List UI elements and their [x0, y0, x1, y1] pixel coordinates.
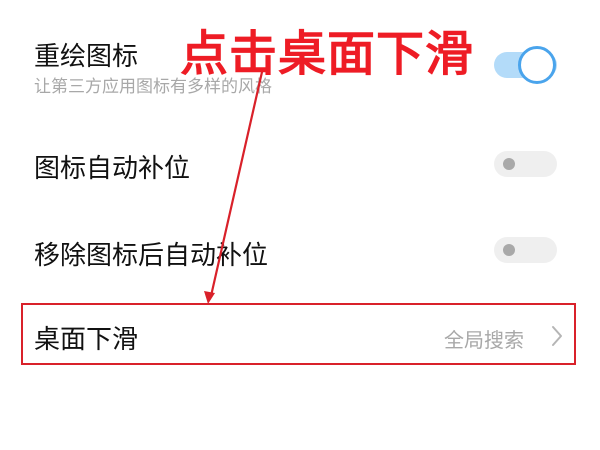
highlight-box: [21, 303, 576, 365]
toggle-knob: [503, 158, 515, 170]
setting-title: 重绘图标: [34, 42, 139, 72]
settings-page: 重绘图标 让第三方应用图标有多样的风格 图标自动补位 移除图标后自动补位 桌面下…: [0, 0, 600, 450]
redraw-icons-toggle[interactable]: [494, 46, 557, 84]
toggle-knob: [503, 244, 515, 256]
setting-row-auto-fill-after-remove[interactable]: 移除图标后自动补位: [0, 205, 600, 295]
toggle-knob: [518, 46, 556, 84]
auto-fill-after-remove-toggle[interactable]: [494, 237, 557, 263]
setting-row-icon-auto-fill[interactable]: 图标自动补位: [0, 120, 600, 205]
icon-auto-fill-toggle[interactable]: [494, 151, 557, 177]
setting-title: 图标自动补位: [34, 154, 191, 184]
annotation-text: 点击桌面下滑: [180, 26, 475, 82]
setting-title: 移除图标后自动补位: [34, 241, 269, 271]
